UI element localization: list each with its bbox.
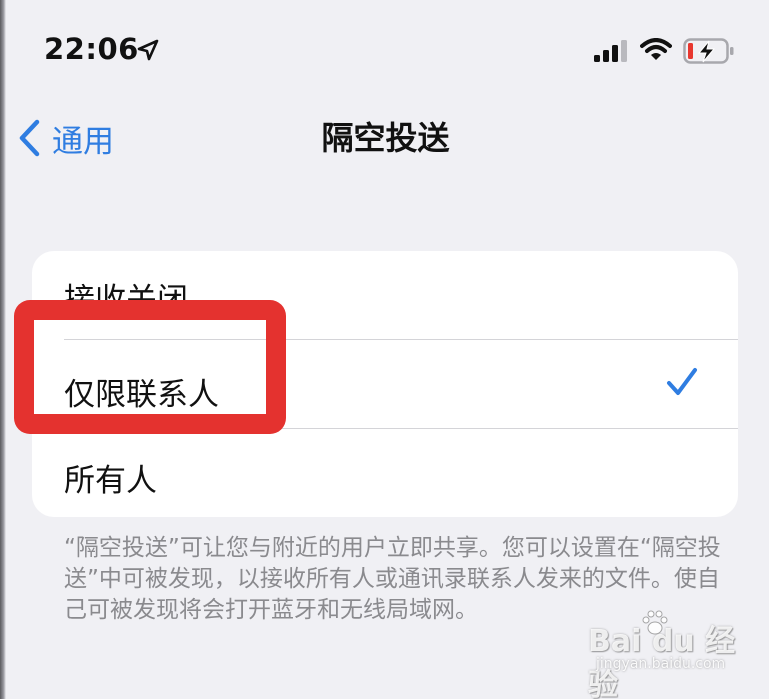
option-receiving-off[interactable]: 接收关闭 xyxy=(32,251,738,339)
status-time: 22:06 xyxy=(44,32,139,66)
option-contacts-only[interactable]: 仅限联系人 xyxy=(32,339,738,427)
wifi-icon xyxy=(640,38,672,60)
airdrop-description: “隔空投送”可让您与附近的用户立即共享。您可以设置在“隔空投送”中可被发现，以接… xyxy=(64,535,721,623)
screen-edge xyxy=(0,0,6,699)
airdrop-options-list: 接收关闭 仅限联系人 所有人 xyxy=(32,251,738,517)
location-arrow-icon xyxy=(137,39,159,61)
option-label: 接收关闭 xyxy=(64,282,188,318)
option-label: 所有人 xyxy=(64,463,157,499)
cellular-signal-icon xyxy=(594,40,627,62)
paw-icon xyxy=(642,610,668,635)
option-label: 仅限联系人 xyxy=(64,377,219,413)
checkmark-icon xyxy=(667,368,697,395)
option-everyone[interactable]: 所有人 xyxy=(32,428,738,516)
battery-charging-icon xyxy=(683,38,734,64)
baidu-watermark: Bai du 经验 jingyan.baidu.com xyxy=(588,610,738,699)
status-bar: 22:06 xyxy=(0,0,769,100)
page-title: 隔空投送 xyxy=(321,119,450,157)
watermark-url: jingyan.baidu.com xyxy=(596,656,726,672)
